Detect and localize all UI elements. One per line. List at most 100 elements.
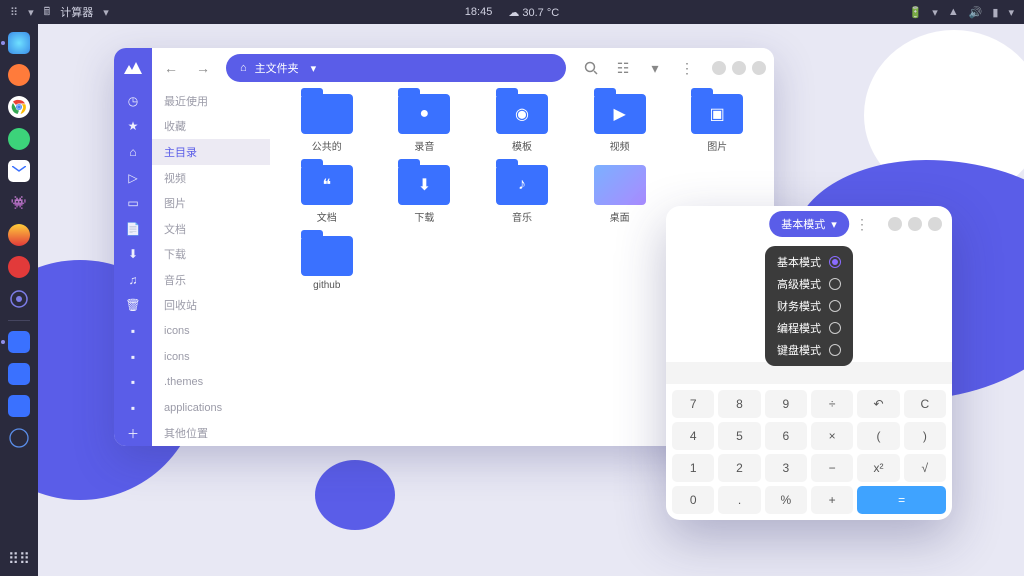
sidebar-item[interactable]: 视频	[152, 165, 270, 191]
sidebar-item[interactable]: 音乐	[152, 267, 270, 293]
mode-option[interactable]: 高级模式	[777, 276, 841, 292]
sidebar-item[interactable]: applications	[152, 395, 270, 421]
minimize-button[interactable]	[712, 61, 726, 75]
dock-files[interactable]	[8, 363, 30, 385]
key-1[interactable]: 1	[672, 454, 714, 482]
forward-button[interactable]: →	[190, 55, 216, 81]
chevron-down-icon[interactable]: ▾	[932, 6, 938, 19]
key-√[interactable]: √	[904, 454, 946, 482]
weather-label[interactable]: ☁ 30.7 °C	[508, 6, 559, 19]
wifi-icon[interactable]: ▲	[948, 6, 959, 18]
file-item[interactable]: ◉模板	[475, 94, 569, 153]
back-button[interactable]: ←	[158, 55, 184, 81]
dock-app[interactable]	[8, 224, 30, 246]
dock-chrome[interactable]	[8, 96, 30, 118]
file-item[interactable]: 公共的	[280, 94, 374, 153]
key-6[interactable]: 6	[765, 422, 807, 450]
show-apps-button[interactable]: ⠿⠿	[8, 550, 30, 568]
file-item[interactable]: ⬇下载	[378, 165, 472, 224]
sidebar-item[interactable]: .themes	[152, 369, 270, 395]
dock-app[interactable]	[8, 128, 30, 150]
key-=[interactable]: =	[857, 486, 946, 514]
sidebar-item[interactable]: 回收站	[152, 293, 270, 319]
key-4[interactable]: 4	[672, 422, 714, 450]
chevron-down-icon[interactable]: ▾	[28, 6, 34, 19]
dock-mail[interactable]	[8, 160, 30, 182]
battery-icon[interactable]: 🔋	[909, 6, 923, 19]
folder-icon: ▪	[114, 318, 152, 344]
sidebar-item[interactable]: 下载	[152, 241, 270, 267]
close-button[interactable]	[928, 217, 942, 231]
dock-music[interactable]	[8, 256, 30, 278]
key-8[interactable]: 8	[718, 390, 760, 418]
more-menu[interactable]: ⋮	[674, 55, 700, 81]
dock-firefox[interactable]	[8, 64, 30, 86]
key-÷[interactable]: ÷	[811, 390, 853, 418]
key-↶[interactable]: ↶	[857, 390, 899, 418]
file-item[interactable]: ♪音乐	[475, 165, 569, 224]
file-item[interactable]: ●录音	[378, 94, 472, 153]
view-toggle[interactable]: ☷	[610, 55, 636, 81]
maximize-button[interactable]	[908, 217, 922, 231]
key-0[interactable]: 0	[672, 486, 714, 514]
key-([interactable]: (	[857, 422, 899, 450]
sidebar-item[interactable]: 其他位置	[152, 421, 270, 446]
key-5[interactable]: 5	[718, 422, 760, 450]
video-icon: ▷	[114, 165, 152, 191]
mode-option[interactable]: 编程模式	[777, 320, 841, 336]
dock-files[interactable]	[8, 331, 30, 353]
file-item[interactable]: 桌面	[573, 165, 667, 224]
dock-app[interactable]: 👾	[8, 192, 30, 214]
key-9[interactable]: 9	[765, 390, 807, 418]
mode-option-label: 财务模式	[777, 298, 821, 314]
battery-icon[interactable]: ▮	[992, 6, 998, 19]
sidebar-item[interactable]: 收藏	[152, 114, 270, 140]
mode-option[interactable]: 财务模式	[777, 298, 841, 314]
key-%[interactable]: %	[765, 486, 807, 514]
sidebar-item[interactable]: icons	[152, 344, 270, 370]
sidebar-item[interactable]: 最近使用	[152, 88, 270, 114]
sidebar-item[interactable]: 文档	[152, 216, 270, 242]
key-×[interactable]: ×	[811, 422, 853, 450]
pathbar[interactable]: ⌂ 主文件夹 ▾	[226, 54, 566, 82]
clock-label[interactable]: 18:45	[465, 6, 493, 18]
mode-option[interactable]: 键盘模式	[777, 342, 841, 358]
key-C[interactable]: C	[904, 390, 946, 418]
file-item[interactable]: github	[280, 236, 374, 291]
more-menu[interactable]: ⋮	[850, 216, 874, 233]
sidebar-item[interactable]: 图片	[152, 190, 270, 216]
chevron-down-icon[interactable]: ▾	[642, 55, 668, 81]
minimize-button[interactable]	[888, 217, 902, 231]
mode-option[interactable]: 基本模式	[777, 254, 841, 270]
active-app-label[interactable]: 计算器	[60, 4, 93, 20]
dock-app[interactable]	[8, 395, 30, 417]
chevron-down-icon[interactable]: ▾	[103, 6, 109, 19]
sidebar-item[interactable]: 主目录	[152, 139, 270, 165]
file-item[interactable]: ▣图片	[670, 94, 764, 153]
fm-logo	[114, 48, 152, 88]
dock-app[interactable]	[8, 427, 30, 449]
file-item[interactable]: ❝文档	[280, 165, 374, 224]
file-item[interactable]: ▶视频	[573, 94, 667, 153]
sidebar-item[interactable]: icons	[152, 318, 270, 344]
dock-settings[interactable]	[8, 288, 30, 310]
mode-selector[interactable]: 基本模式 ▾	[769, 211, 849, 237]
key-x²[interactable]: x²	[857, 454, 899, 482]
chevron-down-icon: ▾	[831, 218, 837, 231]
close-button[interactable]	[752, 61, 766, 75]
maximize-button[interactable]	[732, 61, 746, 75]
chevron-down-icon[interactable]: ▾	[1008, 6, 1014, 19]
apps-grid-icon[interactable]: ⠿	[10, 6, 18, 19]
key-+[interactable]: +	[811, 486, 853, 514]
dock-app[interactable]	[8, 32, 30, 54]
key-2[interactable]: 2	[718, 454, 760, 482]
calculator-applet-icon[interactable]: 🖩	[44, 3, 51, 22]
key-)[interactable]: )	[904, 422, 946, 450]
volume-icon[interactable]: 🔊	[969, 6, 983, 19]
search-button[interactable]	[578, 55, 604, 81]
key-3[interactable]: 3	[765, 454, 807, 482]
key-.[interactable]: .	[718, 486, 760, 514]
key-7[interactable]: 7	[672, 390, 714, 418]
key-−[interactable]: −	[811, 454, 853, 482]
radio-icon	[829, 256, 841, 268]
